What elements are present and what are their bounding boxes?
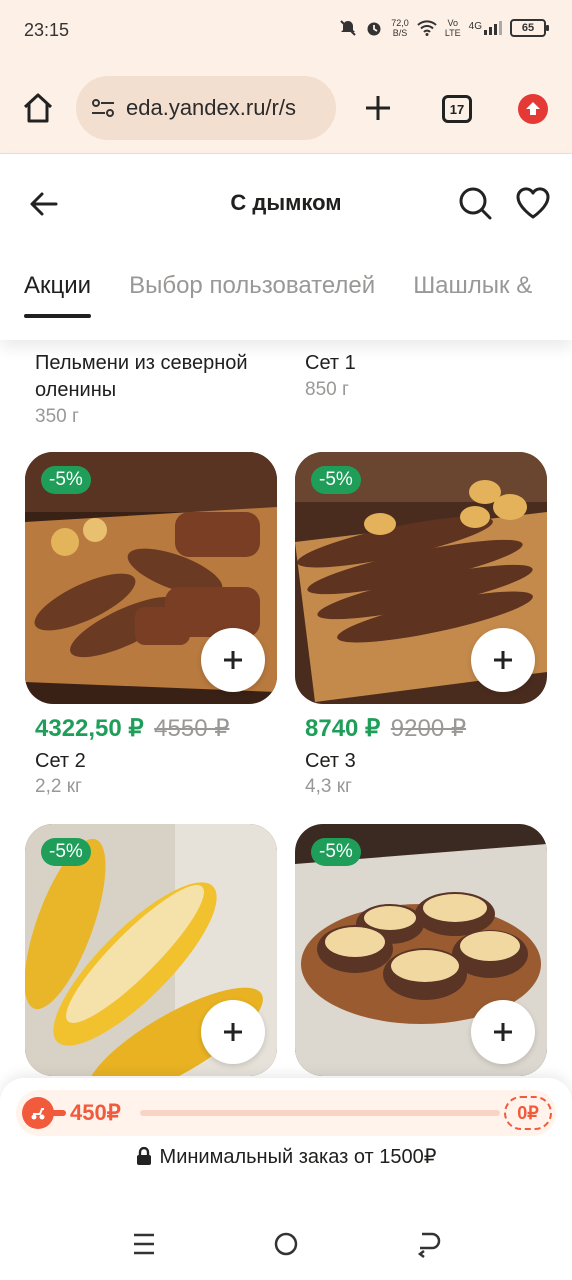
product-card[interactable]: -5%	[295, 824, 547, 1076]
net-speed-unit: B/S	[392, 28, 408, 38]
heart-icon	[516, 187, 550, 219]
battery-level: 65	[521, 22, 535, 34]
search-button[interactable]	[456, 184, 494, 222]
plus-icon	[224, 651, 242, 669]
category-tabs: Акции Выбор пользователей Шашлык &	[24, 272, 532, 318]
price-old: 4550 ₽	[154, 715, 230, 742]
menu-icon	[134, 1233, 154, 1255]
price-new: 4322,50 ₽	[35, 715, 144, 742]
product-name: Сет 3	[305, 750, 356, 772]
product-weight: 350 г	[35, 406, 79, 427]
update-button[interactable]	[518, 94, 548, 124]
price-new: 8740 ₽	[305, 715, 381, 742]
volte-bottom: LTE	[444, 28, 461, 38]
cart-bar[interactable]: 450₽ 0₽ Минимальный заказ от 1500₽	[0, 1078, 572, 1206]
product-card[interactable]: Сет 1 850 г	[305, 350, 356, 401]
product-weight: 4,3 кг	[305, 776, 352, 797]
product-weight: 2,2 кг	[35, 776, 82, 797]
arrow-up-icon	[526, 102, 540, 115]
status-icons: 72,0 B/S Vo LTE 4G 65	[339, 18, 549, 38]
signal-icon: 4G	[469, 21, 502, 35]
browser-toolbar: eda.yandex.ru/r/s 17	[0, 62, 572, 154]
favorite-button[interactable]	[514, 184, 552, 222]
plus-icon	[224, 1023, 242, 1041]
product-name: Пельмени из северной оленины	[35, 352, 248, 401]
home-icon	[23, 93, 53, 123]
tab-promotions[interactable]: Акции	[24, 272, 92, 318]
discount-badge: -5%	[311, 838, 361, 866]
price-row: 8740 ₽ 9200 ₽	[305, 714, 466, 743]
delivery-icon	[22, 1097, 54, 1129]
address-bar[interactable]: eda.yandex.ru/r/s	[76, 76, 336, 140]
lock-icon	[136, 1147, 151, 1165]
volte-indicator: Vo LTE	[445, 18, 461, 38]
back-nav-button[interactable]	[414, 1230, 442, 1258]
tab-users-choice[interactable]: Выбор пользователей	[129, 272, 375, 300]
net-speed: 72,0 B/S	[391, 18, 409, 38]
min-order-text: Минимальный заказ от 1500₽	[159, 1146, 437, 1168]
status-time: 23:15	[24, 20, 70, 40]
recents-button[interactable]	[130, 1230, 158, 1258]
volte-top: Vo	[447, 18, 458, 28]
product-card[interactable]: -5% 4322,50 ₽ 4550 ₽ Сет 2 2,2 кг	[25, 452, 277, 812]
back-icon	[417, 1232, 441, 1258]
search-icon	[459, 187, 492, 220]
product-weight: 850 г	[305, 379, 349, 400]
discount-badge: -5%	[311, 466, 361, 494]
discount-badge: -5%	[41, 466, 91, 494]
product-name: Сет 2	[35, 750, 86, 772]
wifi-icon	[417, 20, 437, 36]
site-settings-icon[interactable]	[90, 95, 116, 121]
price-old: 9200 ₽	[390, 715, 467, 742]
tabs-button[interactable]: 17	[442, 95, 472, 123]
status-bar: 23:15 72,0 B/S Vo LTE 4G 65	[0, 0, 572, 62]
battery-icon: 65	[510, 19, 549, 37]
signal-label: 4G	[468, 21, 482, 32]
delivery-progress[interactable]: 450₽ 0₽	[16, 1090, 556, 1136]
circle-icon	[274, 1232, 298, 1256]
url-text: eda.yandex.ru/r/s	[126, 95, 296, 120]
tab-count: 17	[449, 101, 465, 117]
alarm-icon	[367, 22, 381, 36]
product-name: Сет 1	[305, 352, 356, 374]
page-header: С дымком Акции Выбор пользователей Шашлы…	[0, 154, 572, 340]
mute-icon	[340, 20, 356, 36]
add-to-cart-button[interactable]	[471, 628, 535, 692]
product-card[interactable]: -5%	[25, 824, 277, 1076]
progress-track	[140, 1110, 500, 1116]
product-card[interactable]: Пельмени из северной оленины 350 г	[35, 350, 275, 428]
net-speed-value: 72,0	[391, 18, 409, 28]
progress-end-label: 0₽	[504, 1096, 552, 1130]
home-button[interactable]	[20, 90, 56, 126]
plus-icon	[366, 96, 390, 120]
system-nav-bar	[0, 1206, 572, 1280]
product-image[interactable]: -5%	[295, 824, 547, 1076]
add-to-cart-button[interactable]	[201, 628, 265, 692]
plus-icon	[494, 1023, 512, 1041]
product-image[interactable]: -5%	[25, 824, 277, 1076]
add-to-cart-button[interactable]	[201, 1000, 265, 1064]
cart-amount: 450₽	[70, 1100, 121, 1125]
price-row: 4322,50 ₽ 4550 ₽	[35, 714, 229, 743]
product-image[interactable]: -5%	[295, 452, 547, 704]
new-tab-button[interactable]	[360, 90, 396, 126]
home-nav-button[interactable]	[272, 1230, 300, 1258]
min-order-notice: Минимальный заказ от 1500₽	[0, 1144, 572, 1169]
tab-shashlik[interactable]: Шашлык &	[413, 272, 532, 300]
scooter-icon	[31, 1108, 45, 1120]
discount-badge: -5%	[41, 838, 91, 866]
product-card[interactable]: -5% 8740 ₽ 9200 ₽ Сет 3 4,3 кг	[295, 452, 547, 812]
product-grid: Пельмени из северной оленины 350 г Сет 1…	[0, 340, 572, 1080]
product-image[interactable]: -5%	[25, 452, 277, 704]
add-to-cart-button[interactable]	[471, 1000, 535, 1064]
plus-icon	[494, 651, 512, 669]
